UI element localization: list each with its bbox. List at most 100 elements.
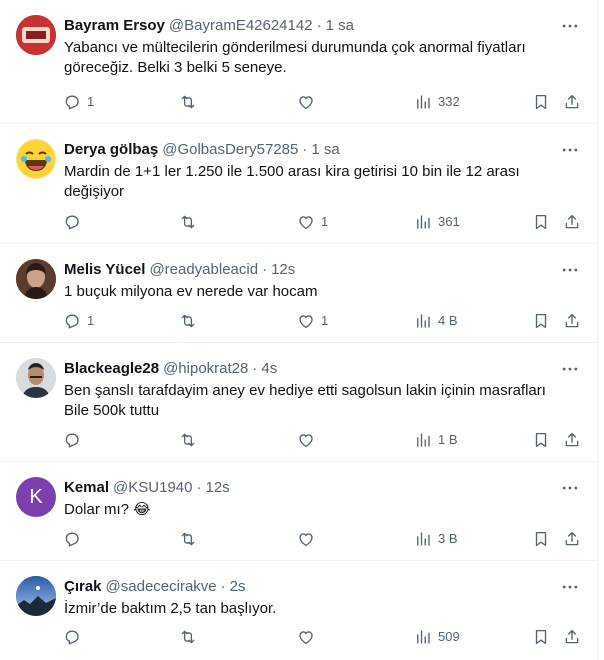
retweet-button[interactable] <box>179 212 203 232</box>
bookmark-button[interactable] <box>532 92 550 112</box>
timestamp[interactable]: 12s <box>271 260 295 280</box>
views-button[interactable]: 332 <box>414 92 460 112</box>
timestamp[interactable]: 1 sa <box>326 16 354 36</box>
bookmark-button[interactable] <box>532 311 550 331</box>
user-handle[interactable]: @hipokrat28 <box>163 359 248 379</box>
bookmark-button[interactable] <box>532 627 550 647</box>
tweet[interactable]: Derya gölbaş @GolbasDery57285 · 1 sa Mar… <box>0 124 598 244</box>
views-icon <box>414 93 432 111</box>
timestamp[interactable]: 12s <box>205 478 229 498</box>
views-button[interactable]: 3 B <box>414 529 458 549</box>
separator-dot: · <box>252 360 258 377</box>
user-name[interactable]: Çırak <box>64 577 102 597</box>
user-name[interactable]: Derya gölbaş <box>64 140 158 160</box>
views-button[interactable]: 4 B <box>414 311 458 331</box>
share-icon <box>563 628 581 646</box>
retweet-button[interactable] <box>179 311 203 331</box>
reply-icon <box>63 530 81 548</box>
user-name[interactable]: Kemal <box>64 478 109 498</box>
view-count: 1 B <box>438 432 458 447</box>
user-handle[interactable]: @BayramE42624142 <box>169 16 313 36</box>
more-icon[interactable] <box>560 478 580 498</box>
user-name[interactable]: Melis Yücel <box>64 260 145 280</box>
share-button[interactable] <box>563 92 581 112</box>
retweet-icon <box>179 312 197 330</box>
user-name[interactable]: Bayram Ersoy <box>64 16 165 36</box>
timestamp[interactable]: 4s <box>261 359 277 379</box>
avatar[interactable] <box>16 358 56 398</box>
views-icon <box>414 213 432 231</box>
user-handle[interactable]: @sadececirakve <box>106 577 217 597</box>
user-name[interactable]: Blackeagle28 <box>64 359 159 379</box>
like-button[interactable]: 1 <box>297 311 328 331</box>
share-icon <box>563 530 581 548</box>
timestamp[interactable]: 2s <box>230 577 246 597</box>
user-handle[interactable]: @readyableacid <box>149 260 258 280</box>
views-button[interactable]: 1 B <box>414 430 458 450</box>
reply-button[interactable]: 1 <box>63 92 94 112</box>
like-icon <box>297 213 315 231</box>
reply-count: 1 <box>87 94 95 109</box>
like-icon <box>297 628 315 646</box>
reply-button[interactable] <box>63 430 87 450</box>
retweet-button[interactable] <box>179 529 203 549</box>
avatar[interactable] <box>16 259 56 299</box>
reply-button[interactable] <box>63 212 87 232</box>
tweet[interactable]: Melis Yücel @readyableacid · 12s 1 buçuk… <box>0 244 598 343</box>
like-button[interactable] <box>297 529 321 549</box>
avatar[interactable] <box>16 15 56 55</box>
bookmark-icon <box>532 93 550 111</box>
reply-button[interactable] <box>63 627 87 647</box>
tweet-header: Blackeagle28 @hipokrat28 · 4s <box>64 359 277 379</box>
tweet-text: Ben şanslı tarafdayim aney ev hediye ett… <box>64 382 546 419</box>
avatar[interactable] <box>16 576 56 616</box>
separator-dot: · <box>220 578 226 595</box>
tweet[interactable]: Bayram Ersoy @BayramE42624142 · 1 sa Yab… <box>0 0 598 124</box>
tweet[interactable]: Blackeagle28 @hipokrat28 · 4s Ben şanslı… <box>0 343 598 462</box>
avatar[interactable] <box>16 139 56 179</box>
views-button[interactable]: 509 <box>414 627 460 647</box>
more-icon[interactable] <box>560 359 580 379</box>
bookmark-button[interactable] <box>532 529 550 549</box>
more-icon[interactable] <box>560 140 580 160</box>
separator-dot: · <box>262 261 268 278</box>
tweet-header: Kemal @KSU1940 · 12s <box>64 478 230 498</box>
more-icon[interactable] <box>560 16 580 36</box>
tweet-header: Derya gölbaş @GolbasDery57285 · 1 sa <box>64 140 340 160</box>
view-count: 4 B <box>438 313 458 328</box>
retweet-button[interactable] <box>179 430 203 450</box>
reply-button[interactable]: 1 <box>63 311 94 331</box>
like-button[interactable] <box>297 92 321 112</box>
share-button[interactable] <box>563 627 581 647</box>
share-button[interactable] <box>563 212 581 232</box>
bookmark-button[interactable] <box>532 430 550 450</box>
tweet-feed: Bayram Ersoy @BayramE42624142 · 1 sa Yab… <box>0 0 598 660</box>
share-button[interactable] <box>563 311 581 331</box>
user-handle[interactable]: @KSU1940 <box>113 478 192 498</box>
tweet-header: Bayram Ersoy @BayramE42624142 · 1 sa <box>64 16 354 36</box>
avatar[interactable]: K <box>16 477 56 517</box>
timestamp[interactable]: 1 sa <box>311 140 339 160</box>
retweet-button[interactable] <box>179 92 203 112</box>
more-icon[interactable] <box>560 577 580 597</box>
bookmark-button[interactable] <box>532 212 550 232</box>
more-icon[interactable] <box>560 260 580 280</box>
tweet[interactable]: K Kemal @KSU1940 · 12s Dolar mı? 😂 3 B <box>0 462 598 561</box>
retweet-icon <box>179 530 197 548</box>
reply-icon <box>63 628 81 646</box>
reply-button[interactable] <box>63 529 87 549</box>
share-button[interactable] <box>563 529 581 549</box>
share-button[interactable] <box>563 430 581 450</box>
action-bar: 1 361 <box>0 212 598 232</box>
like-button[interactable] <box>297 430 321 450</box>
user-handle[interactable]: @GolbasDery57285 <box>162 140 298 160</box>
like-button[interactable] <box>297 627 321 647</box>
separator-dot: · <box>316 17 322 34</box>
tweet-text: İzmir’de baktım 2,5 tan başlıyor. <box>64 600 277 617</box>
views-button[interactable]: 361 <box>414 212 460 232</box>
like-button[interactable]: 1 <box>297 212 328 232</box>
tweet-text: Mardin de 1+1 ler 1.250 ile 1.500 arası … <box>64 163 520 200</box>
retweet-button[interactable] <box>179 627 203 647</box>
share-icon <box>563 312 581 330</box>
tweet[interactable]: Çırak @sadececirakve · 2s İzmir’de baktı… <box>0 561 598 660</box>
